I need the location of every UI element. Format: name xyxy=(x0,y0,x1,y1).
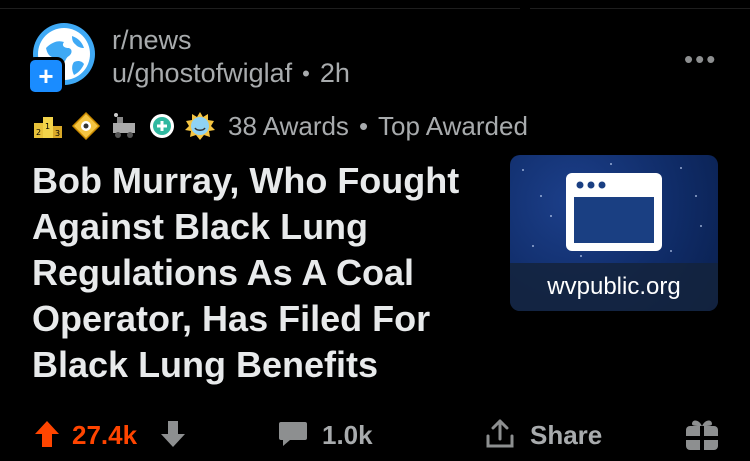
author-name[interactable]: u/ghostofwiglaf xyxy=(112,58,292,89)
svg-text:1: 1 xyxy=(45,122,50,131)
svg-text:2: 2 xyxy=(36,128,41,137)
awards-label: Top Awarded xyxy=(378,110,528,141)
more-options-icon[interactable]: ••• xyxy=(684,44,717,75)
award-gift-icon[interactable] xyxy=(684,416,720,457)
vote-score: 27.4k xyxy=(72,420,138,450)
post-age: 2h xyxy=(319,58,350,88)
award-tier-icon: 2 1 3 xyxy=(32,110,64,142)
svg-text:3: 3 xyxy=(55,129,60,138)
awards-count: 38 Awards xyxy=(228,110,349,141)
post-title[interactable]: Bob Murray, Who Fought Against Black Lun… xyxy=(32,158,502,388)
post-meta: u/ghostofwiglaf • 2h xyxy=(112,58,350,89)
award-wholesome-icon xyxy=(146,110,178,142)
comment-icon[interactable] xyxy=(278,420,308,453)
award-face-icon xyxy=(184,110,216,142)
share-icon[interactable] xyxy=(485,418,515,455)
action-bar: 27.4k 1.0k Share xyxy=(0,412,750,456)
top-divider xyxy=(0,0,750,9)
meta-separator: • xyxy=(302,60,310,86)
browser-window-icon xyxy=(566,173,662,251)
award-eye-icon xyxy=(70,110,102,142)
upvote-icon[interactable] xyxy=(34,420,60,453)
comment-count[interactable]: 1.0k xyxy=(322,420,373,451)
link-preview[interactable]: wvpublic.org xyxy=(510,155,718,311)
subreddit-name[interactable]: r/news xyxy=(112,25,192,56)
link-domain: wvpublic.org xyxy=(510,263,718,311)
downvote-icon[interactable] xyxy=(160,420,186,453)
awards-row[interactable]: 2 1 3 38 Awards • Top Awarded xyxy=(32,110,528,142)
join-button[interactable]: + xyxy=(27,57,65,95)
award-train-icon xyxy=(108,110,140,142)
share-button[interactable]: Share xyxy=(530,420,602,451)
awards-summary: 38 Awards • Top Awarded xyxy=(228,111,528,142)
awards-separator: • xyxy=(358,110,369,141)
